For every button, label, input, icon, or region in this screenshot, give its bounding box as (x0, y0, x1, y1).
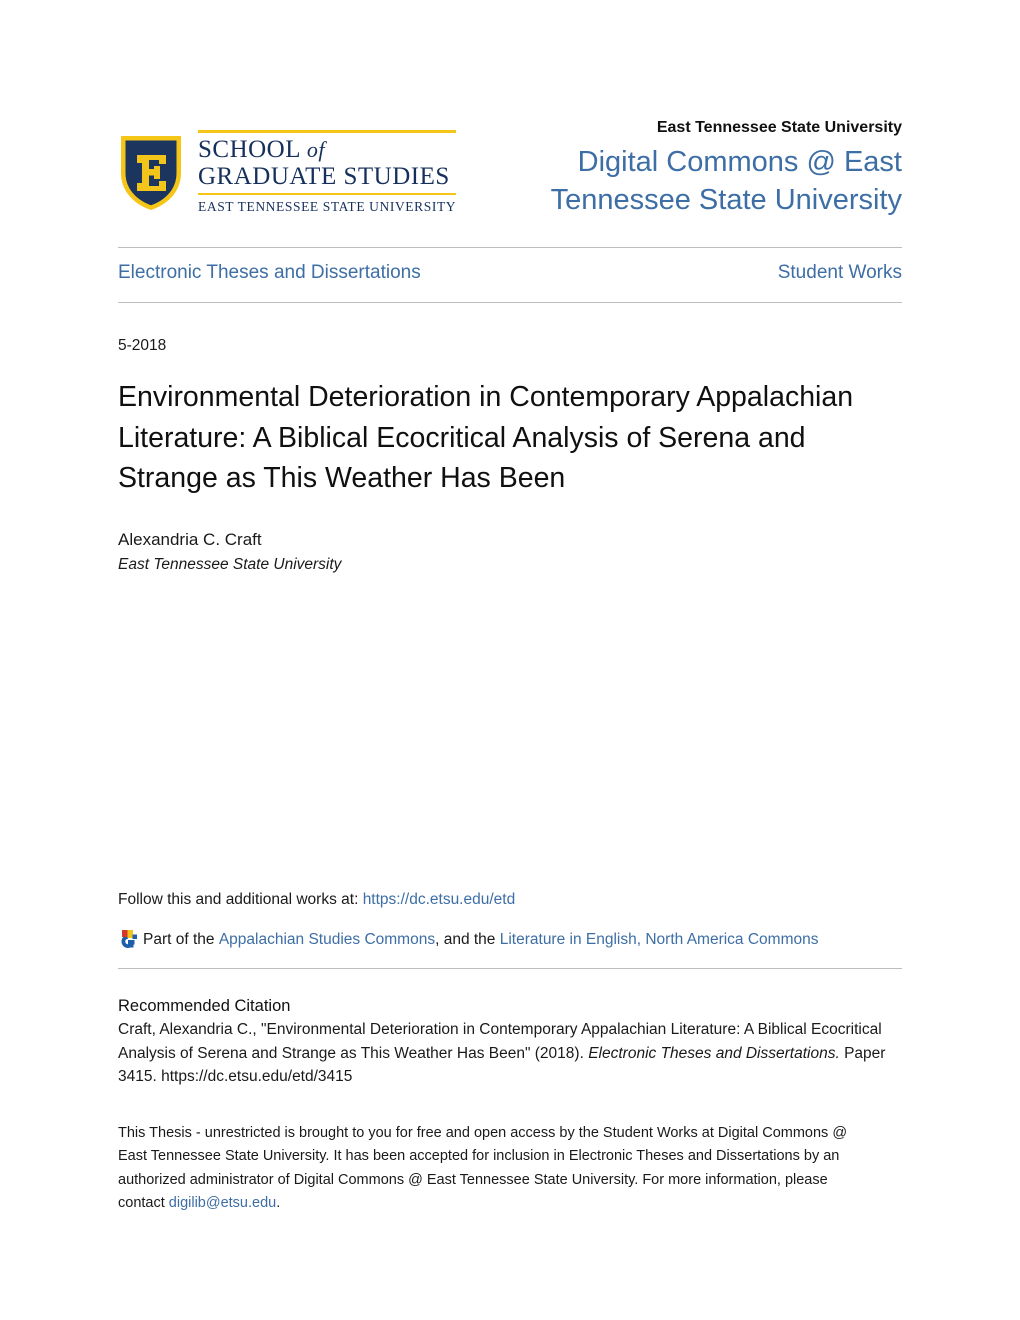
follow-block: Follow this and additional works at: htt… (118, 888, 902, 952)
wordmark-graduate-studies: GRADUATE STUDIES (198, 162, 450, 190)
commons-part-of-label: Part of the (143, 931, 215, 949)
header-titles: East Tennessee State University Digital … (476, 118, 902, 219)
publication-date: 5-2018 (118, 337, 167, 355)
commons-link-literature-in-english[interactable]: Literature in English, North America Com… (500, 928, 819, 951)
digital-commons-network-icon (121, 929, 137, 948)
follow-line: Follow this and additional works at: htt… (118, 888, 902, 911)
rights-text-2: . (276, 1195, 281, 1212)
breadcrumb: Electronic Theses and Dissertations Stud… (118, 248, 902, 284)
citation-text: Craft, Alexandria C., "Environmental Det… (118, 1018, 898, 1089)
commons-link-appalachian-studies[interactable]: Appalachian Studies Commons (219, 928, 435, 951)
divider-above-citation (118, 968, 902, 969)
wordmark-school: SCHOOL (198, 135, 301, 163)
citation-source-title: Electronic Theses and Dissertations. (588, 1044, 840, 1062)
commons-line: Part of the Appalachian Studies Commons,… (118, 928, 902, 951)
repository-title: Digital Commons @ East Tennessee State U… (550, 145, 902, 217)
recommended-citation-section: Recommended Citation Craft, Alexandria C… (118, 968, 902, 1089)
rights-statement: This Thesis - unrestricted is brought to… (118, 1122, 878, 1216)
etsu-graduate-school-logo: SCHOOL of GRADUATE STUDIES EAST TENNESSE… (118, 118, 456, 215)
follow-url-link[interactable]: https://dc.etsu.edu/etd (363, 891, 516, 908)
nav-link-student-works[interactable]: Student Works (778, 262, 902, 284)
nav-link-electronic-theses-and-dissertations[interactable]: Electronic Theses and Dissertations (118, 262, 421, 284)
university-name: East Tennessee State University (656, 119, 902, 136)
contact-email-link[interactable]: digilib@etsu.edu (169, 1195, 276, 1211)
masthead: SCHOOL of GRADUATE STUDIES EAST TENNESSE… (118, 0, 902, 219)
wordmark-main: SCHOOL of GRADUATE STUDIES (198, 133, 456, 193)
author-name: Alexandria C. Craft (118, 529, 262, 549)
follow-prefix: Follow this and additional works at: (118, 891, 359, 908)
divider-below-nav (118, 302, 902, 304)
author-block: Alexandria C. Craft East Tennessee State… (118, 529, 902, 576)
etd-cover-page: SCHOOL of GRADUATE STUDIES EAST TENNESSE… (0, 0, 1020, 1320)
wordmark-of: of (306, 136, 325, 162)
graduate-studies-wordmark: SCHOOL of GRADUATE STUDIES EAST TENNESSE… (198, 130, 456, 215)
wordmark-university: EAST TENNESSEE STATE UNIVERSITY (198, 199, 457, 214)
citation-heading: Recommended Citation (118, 997, 291, 1015)
page-title: Environmental Deterioration in Contempor… (118, 381, 854, 495)
commons-separator: , and the (435, 931, 496, 949)
etsu-shield-icon (121, 135, 181, 210)
author-affiliation: East Tennessee State University (118, 555, 342, 573)
